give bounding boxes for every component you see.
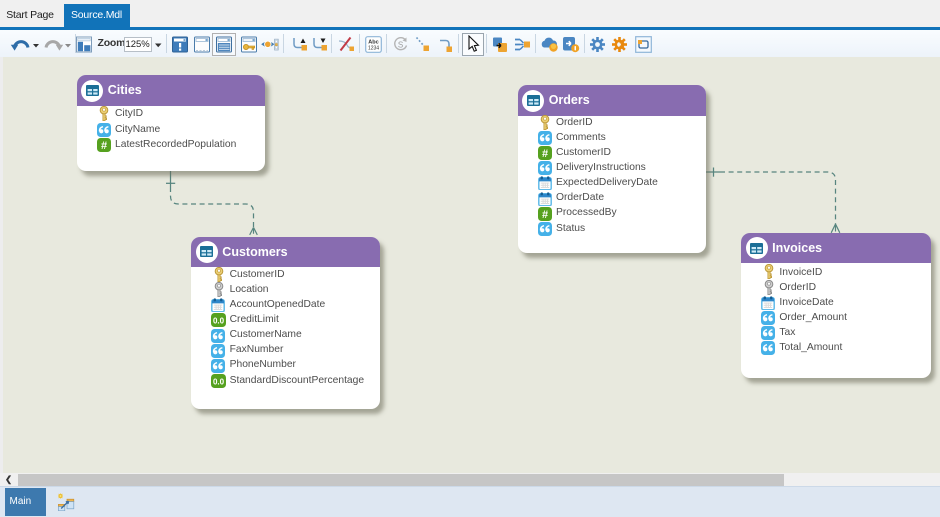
svg-text:1234: 1234 [368, 45, 379, 51]
svg-text:S: S [398, 40, 403, 49]
